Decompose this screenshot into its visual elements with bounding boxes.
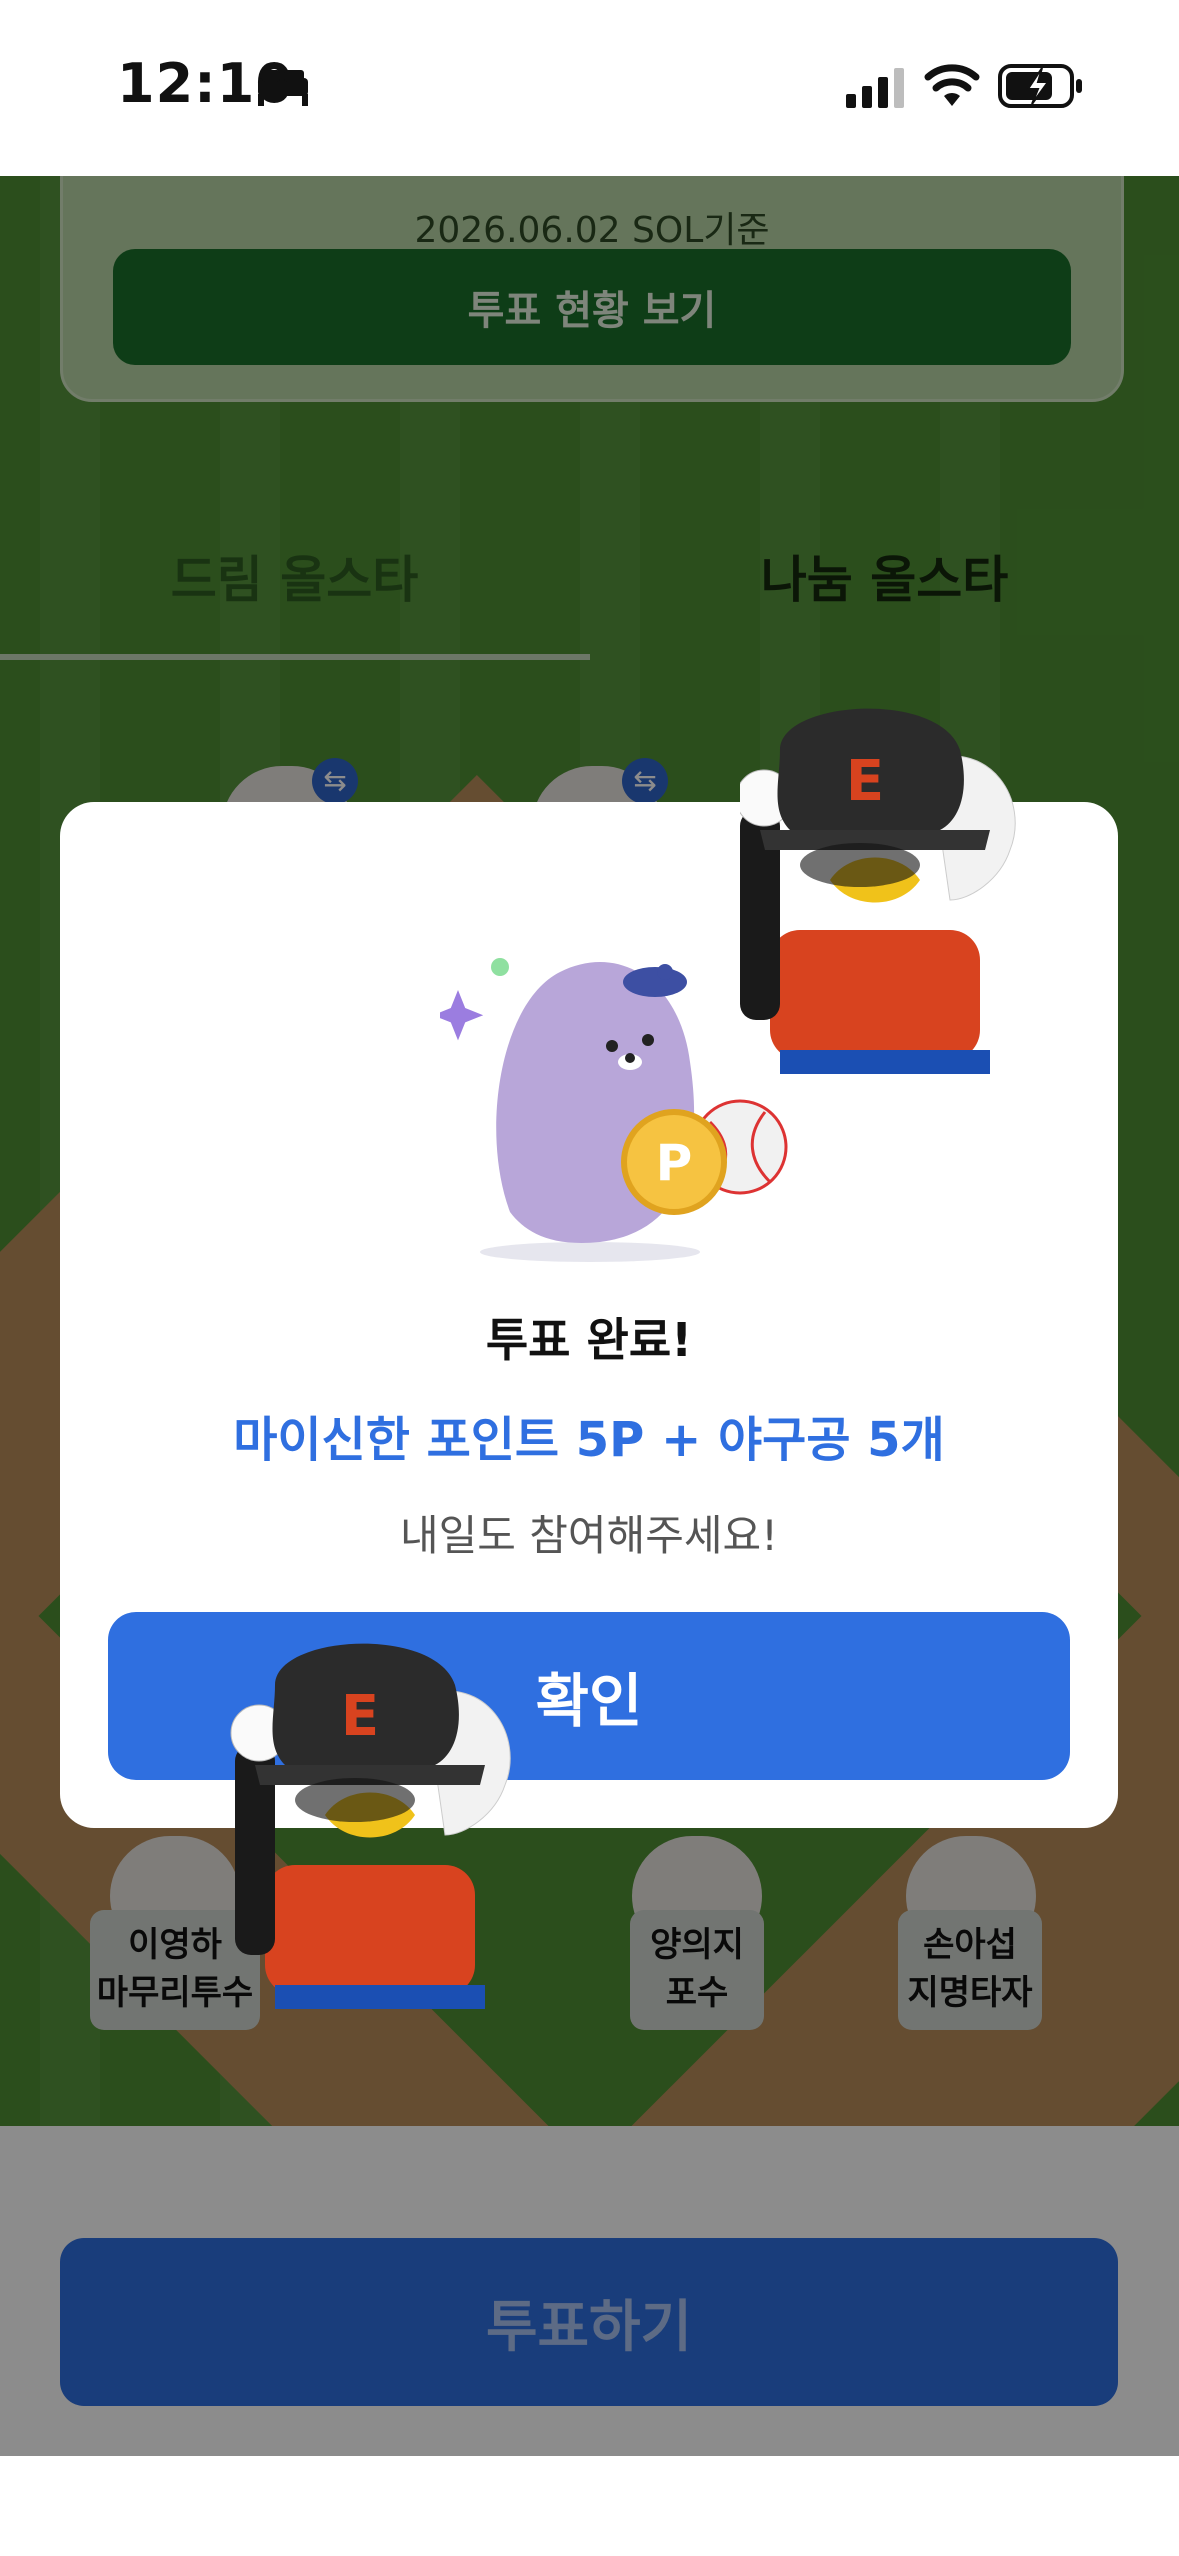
svg-text:P: P xyxy=(656,1134,693,1192)
wifi-icon xyxy=(924,64,980,106)
modal-note: 내일도 참여해주세요! xyxy=(400,1511,778,1560)
battery-charging-icon xyxy=(998,64,1082,108)
status-bar: 12:10 xyxy=(0,0,1179,176)
modal-reward-text: 마이신한 포인트 5P + 야구공 5개 xyxy=(233,1412,945,1468)
modal-title: 투표 완료! xyxy=(485,1313,693,1367)
bed-icon xyxy=(258,70,308,106)
eagle-mascot-sticker: E xyxy=(740,708,1016,1074)
signal-icon xyxy=(846,68,904,108)
svg-text:E: E xyxy=(846,749,884,814)
svg-text:E: E xyxy=(341,1684,379,1749)
eagle-mascot-sticker: E xyxy=(230,1643,511,2009)
home-indicator-area xyxy=(0,2456,1179,2556)
